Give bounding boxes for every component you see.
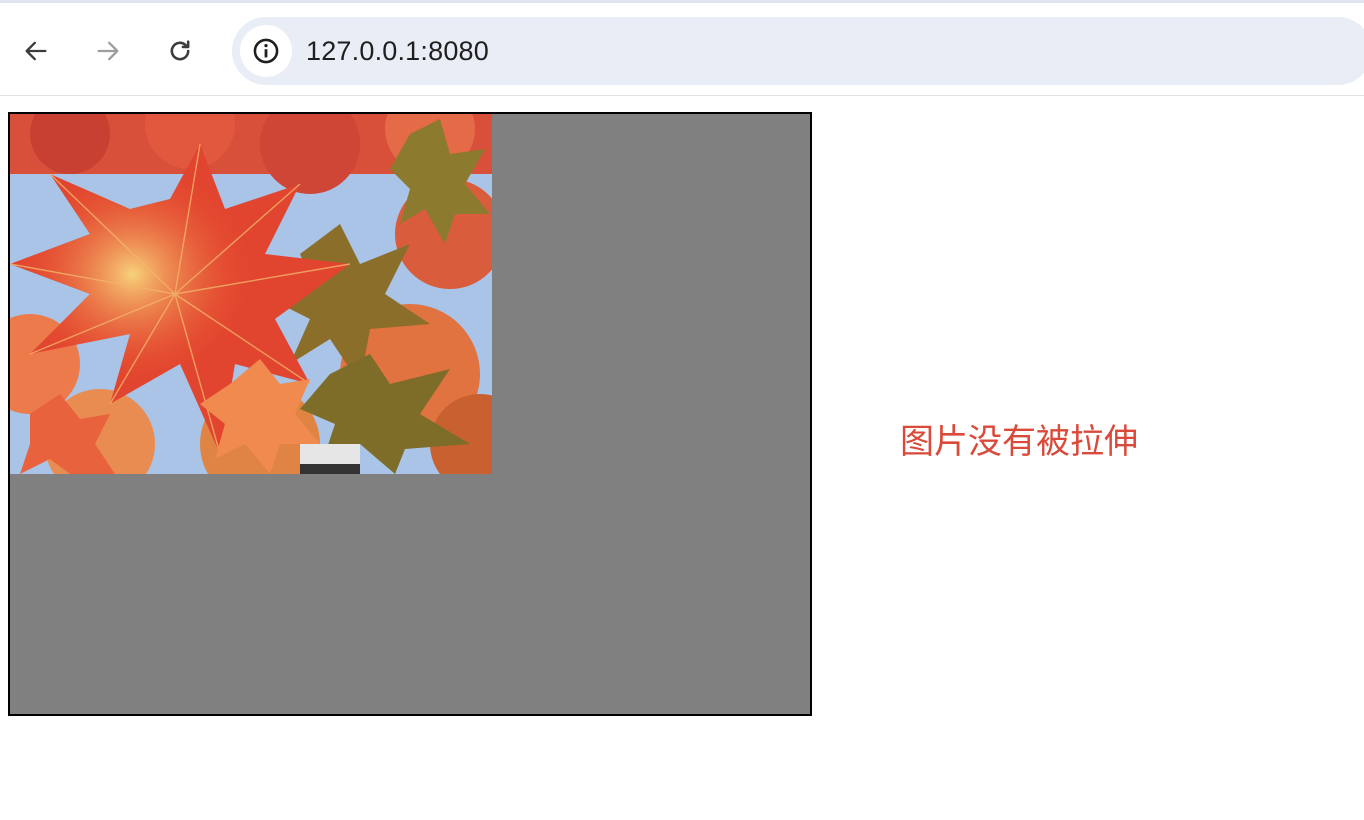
browser-toolbar: 127.0.0.1:8080 — [0, 0, 1364, 96]
site-info-button[interactable] — [240, 25, 292, 77]
reload-icon — [170, 40, 190, 61]
info-icon — [253, 38, 279, 64]
maple-leaves-image — [10, 114, 492, 474]
back-button[interactable] — [16, 31, 56, 71]
address-bar[interactable]: 127.0.0.1:8080 — [232, 17, 1364, 85]
url-text[interactable]: 127.0.0.1:8080 — [306, 17, 489, 85]
reload-button[interactable] — [160, 31, 200, 71]
arrow-right-icon — [97, 41, 119, 61]
image-container — [8, 112, 812, 716]
caption-text: 图片没有被拉伸 — [900, 422, 1138, 462]
arrow-left-icon — [25, 41, 47, 61]
page-content: 图片没有被拉伸 — [0, 96, 1364, 820]
forward-button[interactable] — [88, 31, 128, 71]
